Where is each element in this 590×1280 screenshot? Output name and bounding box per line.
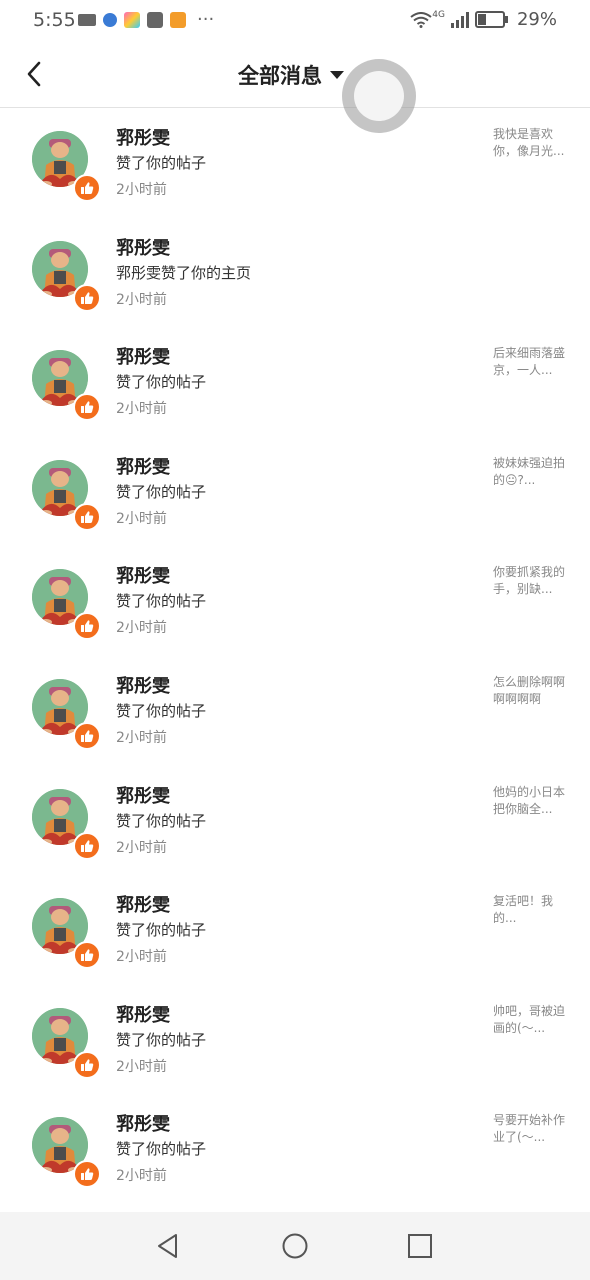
page-title: 全部消息 <box>238 64 322 88</box>
notification-item[interactable]: 郛彤雯 赞了你的帖子 2小时前 怎么删除啊啊啊啊啊啊 <box>0 656 590 766</box>
user-name[interactable]: 郛彤雯 <box>116 453 170 479</box>
user-name[interactable]: 郛彤雯 <box>116 782 170 808</box>
status-right: 4G 29% <box>410 9 557 30</box>
thumbs-up-icon <box>81 1168 94 1181</box>
user-name[interactable]: 郛彤雯 <box>116 343 170 369</box>
like-badge <box>73 1160 101 1189</box>
wifi-icon <box>410 11 432 28</box>
nav-home-icon[interactable] <box>279 1230 311 1262</box>
like-badge <box>73 1050 101 1079</box>
notification-item[interactable]: 郛彤雯 赞了你的帖子 2小时前 号要开始补作业了(～... <box>0 1094 590 1204</box>
notification-time: 2小时前 <box>116 949 167 966</box>
post-preview-text[interactable]: 他妈的小日本把你脑全... <box>493 784 569 818</box>
like-badge <box>73 612 101 641</box>
notification-time: 2小时前 <box>116 401 167 418</box>
notification-item[interactable]: 郛彤雯 赞了你的帖子 2小时前 我快是喜欢你，像月光... <box>0 108 590 218</box>
notification-action-text: 赞了你的帖子 <box>116 373 207 392</box>
thumbs-up-icon <box>81 620 94 633</box>
like-badge <box>73 393 101 422</box>
post-preview-text[interactable]: 我快是喜欢你，像月光... <box>493 126 569 160</box>
post-preview-text[interactable]: 号要开始补作业了(～... <box>493 1112 569 1146</box>
notification-time: 2小时前 <box>116 291 167 308</box>
like-badge <box>73 721 101 750</box>
status-notification-icons: ··· <box>78 9 215 30</box>
notification-action-text: 赞了你的帖子 <box>116 592 207 611</box>
notification-action-text: 赞了你的帖子 <box>116 482 207 501</box>
notification-time: 2小时前 <box>116 729 167 746</box>
post-preview-text[interactable]: 你要抓紧我的手，别缺... <box>493 564 569 598</box>
status-time: 5:55 <box>33 9 76 31</box>
notification-time: 2小时前 <box>116 1168 167 1185</box>
video-icon <box>78 14 96 26</box>
system-navigation-bar <box>0 1212 590 1280</box>
battery-icon <box>474 11 508 28</box>
notification-action-text: 赞了你的帖子 <box>116 154 207 172</box>
user-name[interactable]: 郛彤雯 <box>116 234 170 260</box>
notification-action-text: 赞了你的帖子 <box>116 1030 207 1049</box>
network-type-label: 4G <box>432 9 445 20</box>
notification-time: 2小时前 <box>116 620 167 637</box>
like-badge <box>73 502 101 531</box>
post-preview-text[interactable]: 帅吧，哥被迫画的(～... <box>493 1003 569 1037</box>
nav-recents-icon[interactable] <box>404 1230 436 1262</box>
post-preview-text[interactable]: 被妹妹强迫拍的😐?... <box>493 455 569 489</box>
notification-action-text: 赞了你的帖子 <box>116 921 207 940</box>
notification-action-text: 赞了你的帖子 <box>116 701 207 720</box>
notification-list: 郛彤雯 赞了你的帖子 2小时前 我快是喜欢你，像月光... 郛彤雯 郛彤雯赞了你… <box>0 108 590 1204</box>
notification-time: 2小时前 <box>116 1058 167 1075</box>
thumbs-up-icon <box>81 291 94 304</box>
notification-action-text: 赞了你的帖子 <box>116 1140 207 1159</box>
user-name[interactable]: 郛彤雯 <box>116 891 170 917</box>
browser-icon <box>103 13 117 27</box>
notification-item[interactable]: 郛彤雯 赞了你的帖子 2小时前 后来细雨落盛京，一人... <box>0 327 590 437</box>
notification-time: 2小时前 <box>116 510 167 527</box>
notification-item[interactable]: 郛彤雯 赞了你的帖子 2小时前 复活吧！我的... <box>0 875 590 985</box>
status-bar: 5:55 ··· 4G 29% <box>0 0 590 44</box>
signal-icon <box>450 11 469 28</box>
notification-item[interactable]: 郛彤雯 郛彤雯赞了你的主页 2小时前 <box>0 218 590 328</box>
thumbs-up-icon <box>81 401 94 414</box>
app-grid-icon <box>124 12 140 28</box>
user-name[interactable]: 郛彤雯 <box>116 1001 170 1027</box>
notification-item[interactable]: 郛彤雯 赞了你的帖子 2小时前 被妹妹强迫拍的😐?... <box>0 437 590 547</box>
notification-time: 2小时前 <box>116 182 167 198</box>
notification-item[interactable]: 郛彤雯 赞了你的帖子 2小时前 他妈的小日本把你脑全... <box>0 766 590 876</box>
post-preview-text[interactable]: 怎么删除啊啊啊啊啊啊 <box>493 674 569 708</box>
thumbs-up-icon <box>81 1059 94 1071</box>
notification-time: 2小时前 <box>116 839 167 856</box>
like-badge <box>73 283 101 312</box>
thumbs-up-icon <box>81 730 94 742</box>
like-badge <box>73 831 101 860</box>
user-name[interactable]: 郛彤雯 <box>116 124 170 150</box>
battery-level: 29% <box>516 9 557 30</box>
thumbs-up-icon <box>81 511 94 523</box>
notification-action-text: 郛彤雯赞了你的主页 <box>116 263 252 282</box>
more-notifications-icon: ··· <box>197 9 215 30</box>
filter-dropdown[interactable]: 全部消息 <box>238 60 344 90</box>
notification-item[interactable]: 郛彤雯 赞了你的帖子 2小时前 你要抓紧我的手，别缺... <box>0 546 590 656</box>
video-app-icon <box>170 12 186 28</box>
post-preview-text[interactable]: 复活吧！我的... <box>493 893 569 927</box>
back-icon[interactable] <box>18 56 54 92</box>
top-header: 全部消息 <box>0 44 590 108</box>
user-name[interactable]: 郛彤雯 <box>116 1110 170 1136</box>
thumbs-up-icon <box>81 839 94 852</box>
like-badge <box>73 174 101 202</box>
like-badge <box>73 941 101 970</box>
user-name[interactable]: 郛彤雯 <box>116 562 170 588</box>
notification-item[interactable]: 郛彤雯 赞了你的帖子 2小时前 帅吧，哥被迫画的(～... <box>0 985 590 1095</box>
thumbs-up-icon <box>81 182 94 194</box>
notification-action-text: 赞了你的帖子 <box>116 811 207 830</box>
thumbs-up-icon <box>81 949 94 962</box>
nav-back-icon[interactable] <box>152 1230 184 1262</box>
app-icon <box>147 12 163 28</box>
user-name[interactable]: 郛彤雯 <box>116 672 170 698</box>
chevron-down-icon <box>330 71 344 79</box>
post-preview-text[interactable]: 后来细雨落盛京，一人... <box>493 345 569 379</box>
